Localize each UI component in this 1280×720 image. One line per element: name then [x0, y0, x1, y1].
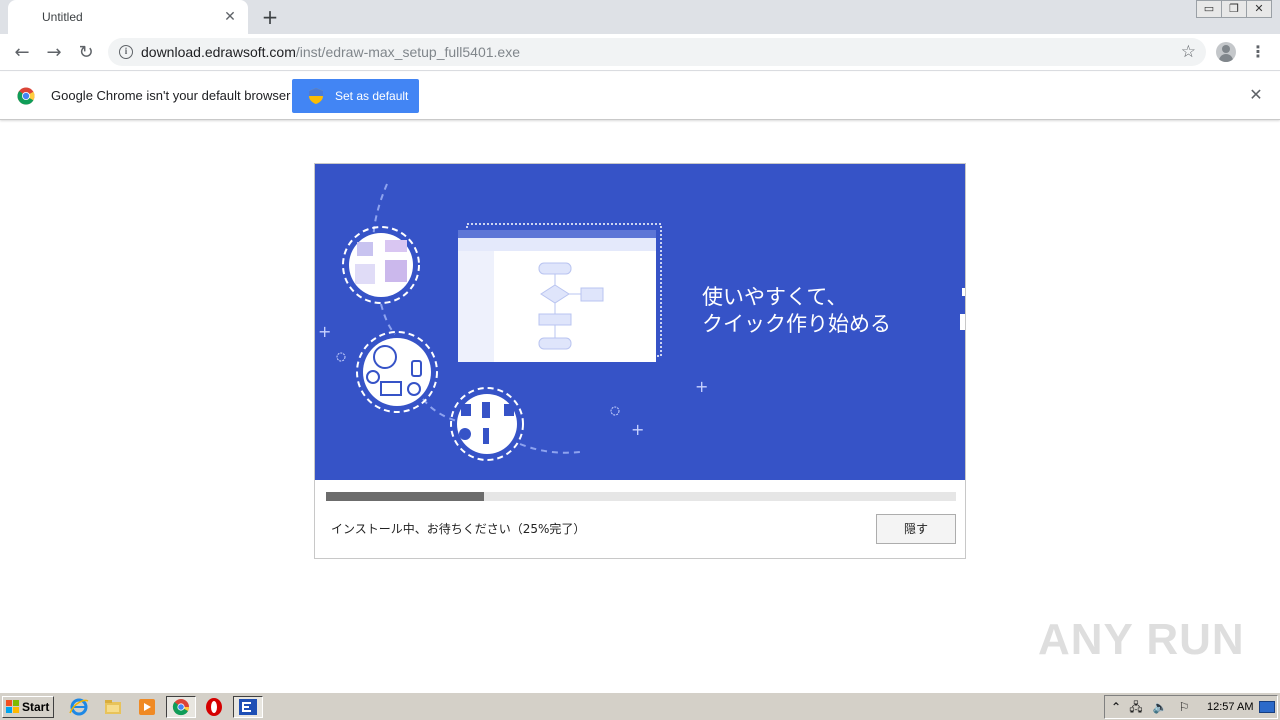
- show-desktop-icon[interactable]: [1259, 701, 1275, 713]
- taskbar: Start ⌃ 🖧 🔈 ⚐ 12:57 AM: [0, 692, 1280, 720]
- info-icon[interactable]: i: [119, 45, 133, 59]
- back-button[interactable]: ←: [10, 41, 34, 65]
- restore-button[interactable]: ❐: [1221, 0, 1247, 18]
- system-tray: ⌃ 🖧 🔈 ⚐ 12:57 AM: [1104, 695, 1278, 719]
- profile-avatar-icon[interactable]: [1216, 42, 1236, 62]
- network-icon[interactable]: 🖧: [1128, 699, 1144, 715]
- show-hidden-icons-icon[interactable]: ⌃: [1108, 699, 1124, 715]
- infobar-message: Google Chrome isn't your default browser: [51, 88, 291, 103]
- taskbar-clock[interactable]: 12:57 AM: [1207, 701, 1253, 713]
- tab-title: Untitled: [42, 10, 83, 24]
- edraw-icon: [239, 699, 257, 715]
- installer-banner: + + + 使いやすくて、 クイック作り始める: [315, 164, 965, 480]
- opera-icon[interactable]: [203, 697, 225, 717]
- chrome-icon: [172, 699, 190, 716]
- watermark-text: ANY RUN: [1038, 615, 1245, 664]
- chrome-taskbar-button[interactable]: [166, 696, 196, 718]
- forward-button[interactable]: →: [42, 41, 66, 65]
- tab-strip: Untitled ✕ + ▭ ❐ ✕: [0, 0, 1280, 34]
- headline-line-2: クイック作り始める: [702, 312, 891, 336]
- set-as-default-button[interactable]: Set as default: [292, 79, 419, 113]
- uac-shield-icon: [309, 88, 323, 104]
- svg-text:+: +: [631, 420, 644, 439]
- default-browser-infobar: Google Chrome isn't your default browser…: [0, 72, 1280, 120]
- address-bar[interactable]: i download.edrawsoft.com/inst/edraw-max_…: [108, 38, 1206, 66]
- browser-toolbar: ← → ↻ i download.edrawsoft.com/inst/edra…: [0, 34, 1280, 71]
- url-text[interactable]: download.edrawsoft.com/inst/edraw-max_se…: [141, 44, 520, 60]
- new-tab-button[interactable]: +: [259, 6, 281, 28]
- start-button[interactable]: Start: [2, 696, 54, 718]
- hide-button[interactable]: 隠す: [876, 514, 956, 544]
- chrome-logo-icon: [17, 87, 35, 105]
- url-host: download.edrawsoft.com: [141, 44, 296, 60]
- action-center-flag-icon[interactable]: ⚐: [1176, 699, 1192, 715]
- svg-text:+: +: [318, 322, 331, 341]
- file-explorer-icon[interactable]: [102, 697, 124, 717]
- windows-flag-icon: [6, 700, 19, 713]
- menu-kebab-icon[interactable]: ⋮: [1250, 41, 1266, 63]
- tab-untitled[interactable]: Untitled ✕: [8, 0, 248, 34]
- svg-text:+: +: [695, 377, 708, 396]
- infobar-close-icon[interactable]: ✕: [1247, 86, 1265, 104]
- minimize-button[interactable]: ▭: [1196, 0, 1222, 18]
- reload-button[interactable]: ↻: [74, 41, 98, 65]
- internet-explorer-icon[interactable]: [68, 697, 90, 717]
- installer-window: + + + 使いやすくて、 クイック作り始める インストール中、お待ちください（…: [314, 163, 966, 559]
- edraw-taskbar-button[interactable]: [233, 696, 263, 718]
- tab-close-icon[interactable]: ✕: [222, 9, 238, 25]
- close-window-button[interactable]: ✕: [1246, 0, 1272, 18]
- install-progress-bar: [326, 492, 956, 501]
- media-player-icon[interactable]: [136, 697, 158, 717]
- install-progress-fill: [326, 492, 484, 501]
- set-as-default-label: Set as default: [335, 89, 409, 103]
- url-path: /inst/edraw-max_setup_full5401.exe: [295, 44, 521, 60]
- headline-line-1: 使いやすくて、: [702, 285, 848, 309]
- volume-icon[interactable]: 🔈: [1152, 699, 1168, 715]
- window-controls: ▭ ❐ ✕: [1196, 0, 1272, 18]
- bookmark-star-icon[interactable]: ☆: [1181, 42, 1196, 62]
- install-status-text: インストール中、お待ちください（25%完了）: [331, 522, 586, 536]
- start-label: Start: [22, 700, 50, 714]
- banner-headline: 使いやすくて、 クイック作り始める: [702, 284, 891, 338]
- anyrun-watermark: ANY RUN: [1038, 605, 1244, 675]
